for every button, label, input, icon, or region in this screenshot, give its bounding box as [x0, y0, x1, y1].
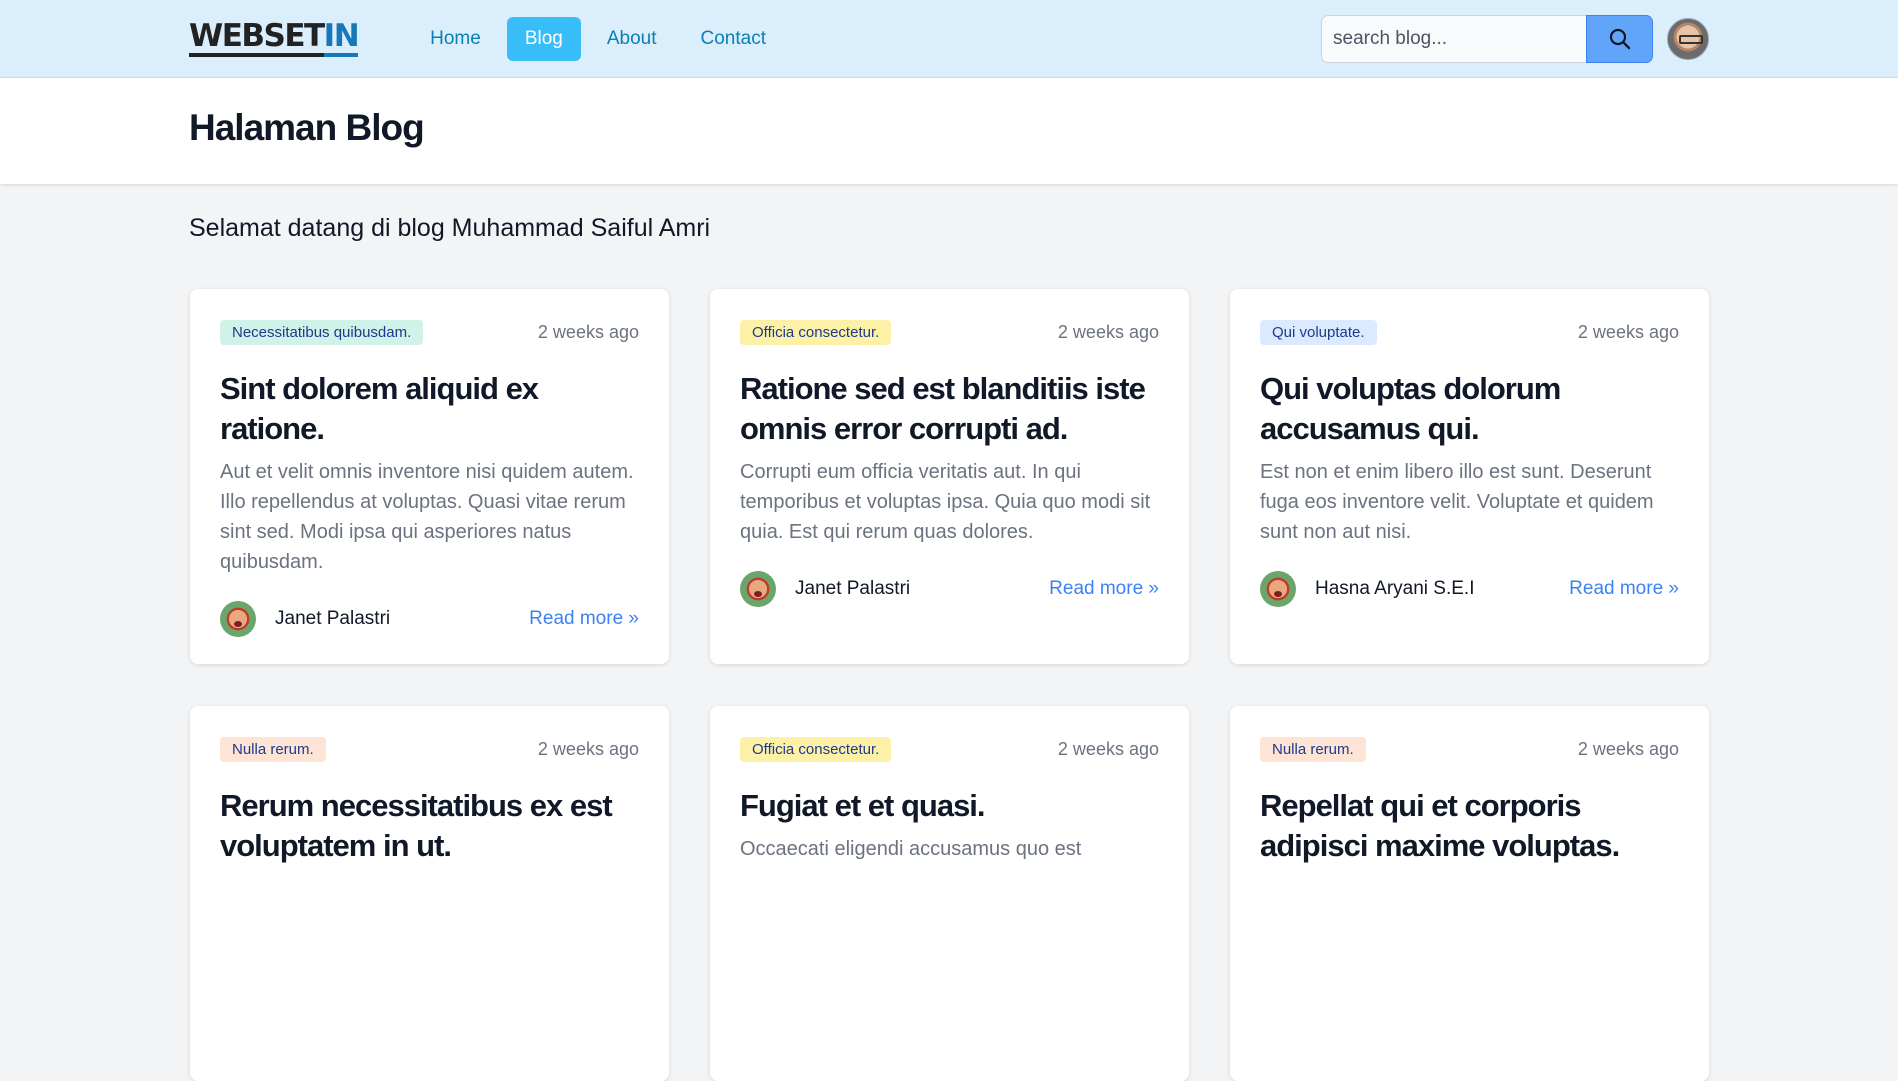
search-input[interactable]	[1321, 15, 1586, 63]
post-time: 2 weeks ago	[1057, 738, 1159, 759]
post-title[interactable]: Qui voluptas dolorum accusamus qui.	[1260, 369, 1679, 449]
post-title[interactable]: Ratione sed est blanditiis iste omnis er…	[740, 369, 1159, 449]
category-badge[interactable]: Nulla rerum.	[220, 736, 326, 762]
author-name: Janet Palastri	[275, 608, 391, 629]
post-excerpt: Aut et velit omnis inventore nisi quidem…	[220, 461, 634, 573]
logo-text-main: WEBSET	[189, 21, 325, 57]
welcome-text: Selamat datang di blog Muhammad Saiful A…	[189, 214, 711, 242]
blog-card: Qui voluptate. 2 weeks ago Qui voluptas …	[1230, 289, 1709, 664]
card-footer: Hasna Aryani S.E.I Read more »	[1260, 571, 1679, 607]
card-meta: Nulla rerum. 2 weeks ago	[220, 736, 639, 762]
post-title[interactable]: Rerum necessitatibus ex est voluptatem i…	[220, 786, 639, 866]
post-time: 2 weeks ago	[537, 738, 639, 759]
card-footer: Janet Palastri Read more »	[740, 571, 1159, 607]
page-title: Halaman Blog	[189, 107, 425, 148]
category-badge[interactable]: Nulla rerum.	[1260, 736, 1366, 762]
blog-card: Nulla rerum. 2 weeks ago Rerum necessita…	[190, 706, 669, 1081]
author-avatar	[220, 601, 256, 637]
card-meta: Officia consectetur. 2 weeks ago	[740, 319, 1159, 345]
author-name: Janet Palastri	[795, 578, 911, 599]
category-badge[interactable]: Officia consectetur.	[740, 736, 892, 762]
nav-link-about[interactable]: About	[589, 17, 675, 61]
card-meta: Officia consectetur. 2 weeks ago	[740, 736, 1159, 762]
user-avatar[interactable]	[1667, 18, 1709, 60]
category-badge[interactable]: Qui voluptate.	[1260, 319, 1377, 345]
read-more-link[interactable]: Read more »	[1049, 578, 1159, 600]
card-meta: Nulla rerum. 2 weeks ago	[1260, 736, 1679, 762]
post-title[interactable]: Repellat qui et corporis adipisci maxime…	[1260, 786, 1679, 866]
blog-card: Nulla rerum. 2 weeks ago Repellat qui et…	[1230, 706, 1709, 1081]
category-badge[interactable]: Officia consectetur.	[740, 319, 892, 345]
navbar-inner: WEBSET IN Home Blog About Contact	[189, 0, 1709, 78]
post-time: 2 weeks ago	[1577, 738, 1679, 759]
blog-card: Necessitatibus quibusdam. 2 weeks ago Si…	[190, 289, 669, 664]
author-avatar	[1260, 571, 1296, 607]
card-meta: Qui voluptate. 2 weeks ago	[1260, 319, 1679, 345]
search-button[interactable]	[1586, 15, 1653, 63]
card-meta: Necessitatibus quibusdam. 2 weeks ago	[220, 319, 639, 345]
author-avatar	[740, 571, 776, 607]
read-more-link[interactable]: Read more »	[1569, 578, 1679, 600]
blog-card: Officia consectetur. 2 weeks ago Ratione…	[710, 289, 1189, 664]
nav-link-contact[interactable]: Contact	[683, 17, 784, 61]
card-footer: Janet Palastri Read more »	[220, 601, 639, 637]
post-time: 2 weeks ago	[1057, 321, 1159, 342]
post-excerpt: Corrupti eum officia veritatis aut. In q…	[740, 461, 1151, 543]
search-icon	[1609, 28, 1630, 50]
nav-link-home[interactable]: Home	[412, 17, 499, 61]
page-header: Halaman Blog	[0, 78, 1898, 184]
nav-link-blog[interactable]: Blog	[506, 17, 581, 61]
post-title[interactable]: Fugiat et et quasi.	[740, 786, 1159, 826]
read-more-link[interactable]: Read more »	[529, 608, 639, 630]
logo-text-accent: IN	[323, 21, 360, 57]
search-box	[1321, 15, 1653, 63]
post-time: 2 weeks ago	[1577, 321, 1679, 342]
navbar: WEBSET IN Home Blog About Contact	[0, 0, 1898, 78]
post-excerpt: Est non et enim libero illo est sunt. De…	[1260, 461, 1654, 543]
blog-card: Officia consectetur. 2 weeks ago Fugiat …	[710, 706, 1189, 1081]
nav-links: Home Blog About Contact	[412, 17, 784, 61]
post-title[interactable]: Sint dolorem aliquid ex ratione.	[220, 369, 639, 449]
nav-right	[1321, 15, 1709, 63]
author-name: Hasna Aryani S.E.I	[1315, 578, 1475, 599]
blog-grid: Necessitatibus quibusdam. 2 weeks ago Si…	[190, 289, 1709, 1081]
category-badge[interactable]: Necessitatibus quibusdam.	[220, 319, 424, 345]
logo[interactable]: WEBSET IN	[189, 21, 360, 57]
post-excerpt: Occaecati eligendi accusamus quo est	[740, 838, 1082, 860]
post-time: 2 weeks ago	[537, 321, 639, 342]
